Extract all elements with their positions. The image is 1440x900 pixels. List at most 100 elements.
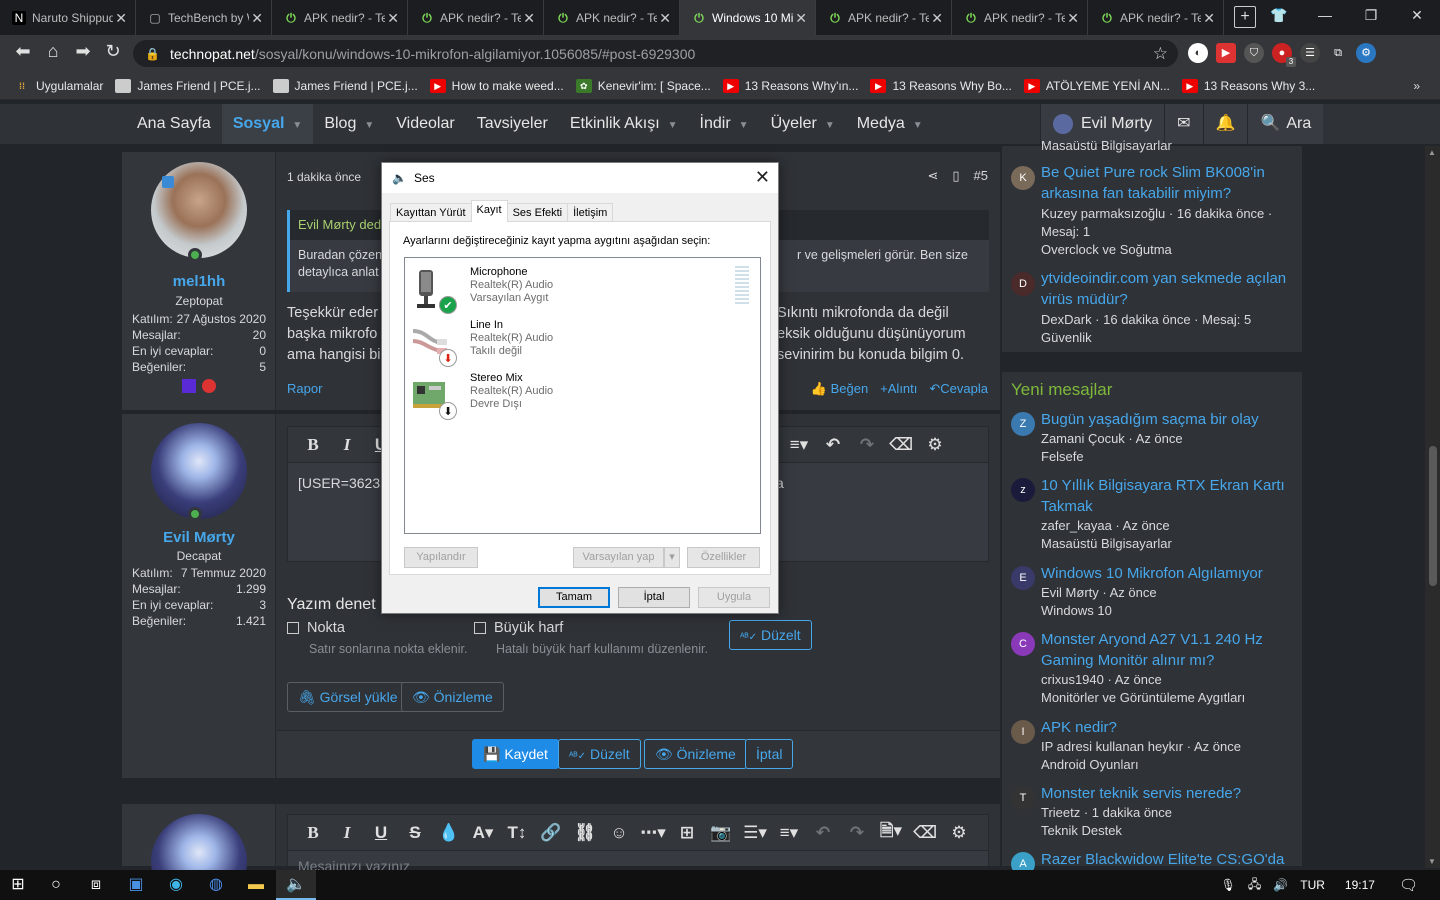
volume-icon[interactable]: 🔊 (1273, 878, 1288, 892)
tab-close-icon[interactable]: ✕ (1203, 10, 1215, 27)
browser-tab[interactable]: ⏻ APK nedir? - Technopat✕ (952, 0, 1088, 35)
shield-icon[interactable]: ⛉ (1244, 43, 1264, 63)
tab-close-icon[interactable]: ✕ (251, 10, 263, 27)
scroll-down-icon[interactable]: ▼ (1428, 857, 1436, 866)
more-bookmarks-icon[interactable]: » (1413, 79, 1420, 93)
like-button[interactable]: 👍 Beğen (811, 381, 868, 397)
gear-icon[interactable]: ⚙ (918, 435, 952, 455)
avatar[interactable]: C (1011, 632, 1035, 656)
bookmark-item[interactable]: ✿ Kenevir'im: [ Space... (575, 78, 711, 93)
configure-button[interactable]: Yapılandır (404, 547, 478, 568)
task-view-icon[interactable]: ⧈ (76, 870, 116, 900)
page-scrollbar[interactable]: ▲ ▼ (1425, 146, 1440, 868)
strikethrough-icon[interactable]: S (398, 823, 432, 843)
checkbox[interactable] (474, 622, 486, 634)
link-icon[interactable]: 🔗 (534, 823, 568, 843)
username[interactable]: mel1hh (122, 273, 276, 290)
settings-gear-icon[interactable]: ⚙ (1356, 43, 1376, 63)
chevron-down-icon[interactable]: ▼ (825, 120, 835, 131)
dialog-tab[interactable]: Kayıttan Yürüt (390, 203, 472, 222)
apply-button[interactable]: Uygula (698, 587, 770, 608)
forum-name[interactable]: Teknik Destek (1041, 822, 1122, 840)
site-nav-item[interactable]: Etkinlik Akışı ▼ (559, 104, 689, 144)
thread-title[interactable]: Razer Blackwidow Elite'te CS:GO'da (1041, 849, 1291, 870)
option-buyuk-harf[interactable]: Büyük harf (474, 620, 563, 636)
search-circle-icon[interactable]: ○ (36, 870, 76, 900)
quote-button[interactable]: +Alıntı (880, 381, 917, 397)
avatar[interactable]: Z (1011, 412, 1035, 436)
forum-name[interactable]: Güvenlik (1041, 329, 1092, 347)
emoji-icon[interactable]: ☺ (602, 823, 636, 843)
bookmark-item[interactable]: ▶ 13 Reasons Why Bo... (870, 78, 1012, 93)
forum-name[interactable]: Monitörler ve Görüntüleme Aygıtları (1041, 689, 1245, 707)
tab-close-icon[interactable]: ✕ (1067, 10, 1079, 27)
tab-close-icon[interactable]: ✕ (795, 10, 807, 27)
language-indicator[interactable]: TUR (1300, 878, 1325, 892)
option-nokta[interactable]: Nokta (287, 620, 345, 636)
bookmark-item[interactable]: ▶ ATÖLYEME YENİ AN... (1023, 78, 1170, 93)
eraser-icon[interactable]: ⌫ (884, 435, 918, 455)
sound-app-icon[interactable]: 🔈 (276, 870, 316, 900)
list-icon[interactable]: ☰▾ (738, 823, 772, 843)
text-height-icon[interactable]: T↕ (500, 823, 534, 843)
dialog-tab[interactable]: İletişim (567, 203, 614, 222)
device-item[interactable]: ⬇ Stereo Mix Realtek(R) Audio Devre Dışı (405, 368, 745, 420)
more-icon[interactable]: ⋯▾ (636, 823, 670, 843)
gear-icon[interactable]: ⚙ (942, 823, 976, 843)
properties-button[interactable]: Özellikler (687, 547, 760, 568)
avatar[interactable]: T (1011, 786, 1035, 810)
undo-icon[interactable]: ↶ (806, 823, 840, 843)
back-button[interactable]: ⬅ (8, 41, 38, 62)
extension-icon[interactable]: ▶ (1216, 43, 1236, 63)
bookmark-item[interactable]: James Friend | PCE.j... (115, 78, 261, 93)
thread-title[interactable]: Monster Aryond A27 V1.1 240 Hz Gaming Mo… (1041, 629, 1291, 671)
save-button[interactable]: 💾 Kaydet (472, 739, 559, 769)
forum-name[interactable]: Android Oyunları (1041, 756, 1139, 774)
browser-tab[interactable]: ⏻ APK nedir? - Technopat✕ (816, 0, 952, 35)
close-window-button[interactable]: ✕ (1394, 0, 1440, 32)
avatar[interactable]: D (1011, 272, 1035, 296)
thread-title[interactable]: Monster teknik servis nerede? (1041, 783, 1291, 804)
chrome-icon[interactable]: ◍ (196, 870, 236, 900)
extension-icon[interactable]: ◐ (1188, 43, 1208, 63)
fix-button-bottom[interactable]: ᴬᴮ✓ Düzelt (558, 739, 641, 769)
bell-icon[interactable]: 🔔 (1202, 104, 1248, 144)
microphone-icon[interactable]: 🎙 (1221, 878, 1236, 892)
clock[interactable]: 19:17 (1345, 878, 1375, 892)
scroll-up-icon[interactable]: ▲ (1428, 148, 1436, 157)
share-icon[interactable]: ⋖ (927, 168, 938, 184)
undo-icon[interactable]: ↶ (816, 435, 850, 455)
set-default-button[interactable]: Varsayılan yap (573, 547, 664, 568)
minimize-button[interactable]: — (1302, 0, 1348, 32)
username[interactable]: Evil Mørty (122, 529, 276, 546)
thread-title[interactable]: 10 Yıllık Bilgisayara RTX Ekran Kartı Ta… (1041, 475, 1291, 517)
dialog-tab[interactable]: Ses Efekti (506, 203, 569, 222)
forum-name[interactable]: Windows 10 (1041, 602, 1112, 620)
site-nav-item[interactable]: Sosyal ▼ (221, 104, 314, 144)
table-icon[interactable]: ⊞ (670, 823, 704, 843)
italic-icon[interactable]: I (330, 823, 364, 843)
thread-title[interactable]: Windows 10 Mikrofon Algılamıyor (1041, 563, 1291, 584)
redo-icon[interactable]: ↷ (850, 435, 884, 455)
reply-button[interactable]: ↶Cevapla (929, 381, 988, 397)
scroll-thumb[interactable] (1429, 446, 1437, 586)
avatar[interactable] (151, 423, 247, 519)
notification-icon[interactable]: 🗨 (1399, 876, 1418, 894)
bookmark-item[interactable]: ▶ 13 Reasons Why'ın... (722, 78, 858, 93)
file-explorer-icon[interactable]: ▬ (236, 870, 276, 900)
align-icon[interactable]: ≡▾ (782, 435, 816, 455)
app-icon[interactable]: ▣ (116, 870, 156, 900)
site-nav-item[interactable]: Tavsiyeler (466, 104, 559, 144)
bookmark-star-icon[interactable]: ☆ (1153, 44, 1168, 64)
chevron-down-icon[interactable]: ▼ (739, 120, 749, 131)
bookmark-item[interactable]: ▶ 13 Reasons Why 3... (1181, 78, 1315, 93)
set-default-dropdown[interactable]: ▾ (664, 547, 680, 568)
extension-icon[interactable]: ● 3 (1272, 43, 1296, 67)
preview-button-bottom[interactable]: 👁 Önizleme (644, 739, 747, 769)
site-nav-item[interactable]: Ana Sayfa (126, 104, 222, 144)
fix-button[interactable]: ᴬᴮ✓ Düzelt (729, 620, 812, 650)
device-item[interactable]: ⬇ Line In Realtek(R) Audio Takılı değil (405, 315, 745, 367)
checkbox[interactable] (287, 622, 299, 634)
avatar[interactable]: I (1011, 720, 1035, 744)
upload-image-button[interactable]: 🖇 Görsel yükle (287, 682, 409, 712)
